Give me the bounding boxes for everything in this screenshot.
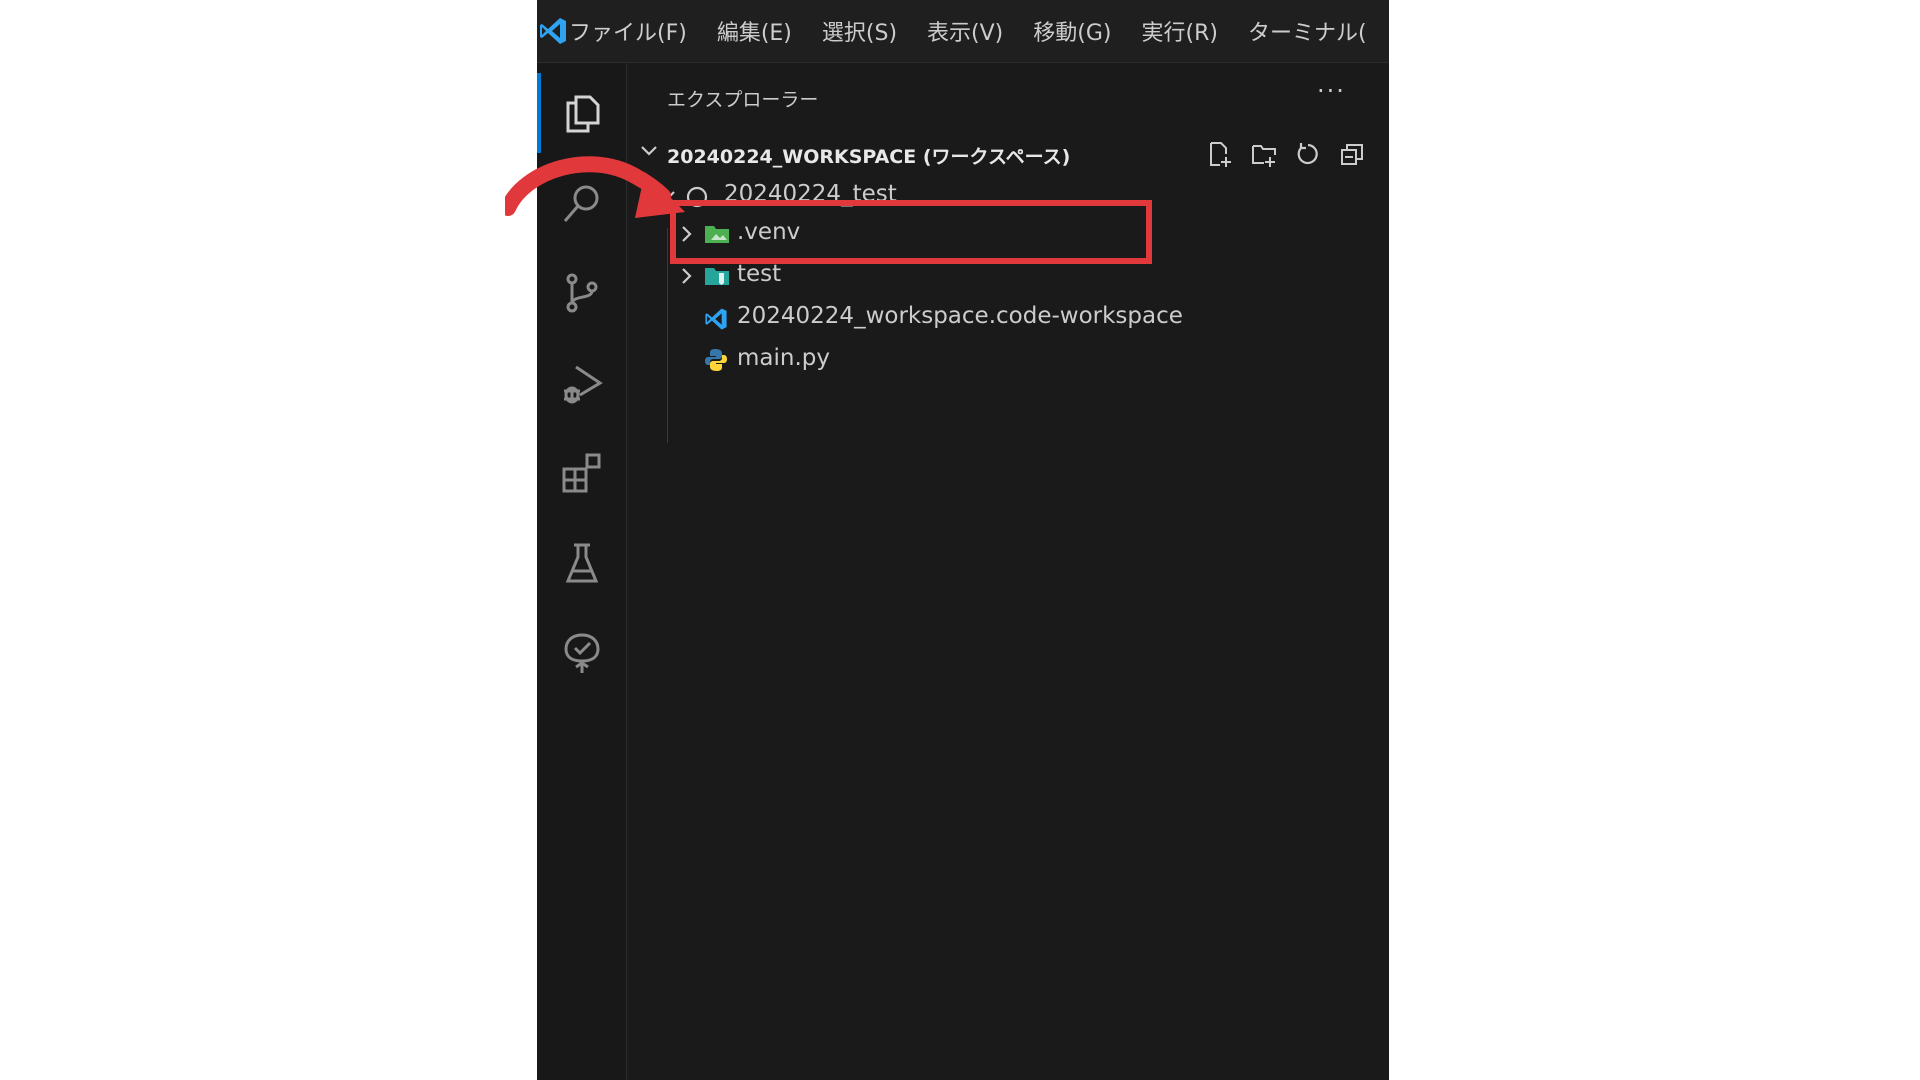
menu-edit[interactable]: 編集(E) — [717, 15, 792, 47]
source-control-icon[interactable] — [537, 253, 626, 333]
workspace-header[interactable]: 20240224_WORKSPACE (ワークスペース) — [627, 133, 1389, 173]
new-folder-icon[interactable] — [1249, 139, 1279, 169]
refresh-icon[interactable] — [1293, 139, 1323, 169]
tree-item-main-py[interactable]: main.py — [627, 339, 1389, 381]
python-file-icon — [703, 347, 729, 377]
more-actions-button[interactable]: ··· — [1317, 77, 1346, 105]
new-file-icon[interactable] — [1205, 139, 1235, 169]
main-py-label: main.py — [737, 345, 830, 371]
collapse-all-icon[interactable] — [1337, 139, 1367, 169]
workspace-file-label: 20240224_workspace.code-workspace — [737, 303, 1183, 329]
test-label: test — [737, 261, 782, 287]
venv-highlight-box — [670, 200, 1152, 264]
explorer-title: エクスプローラー — [667, 89, 819, 111]
workspace-actions — [1205, 139, 1367, 169]
menu-terminal[interactable]: ターミナル( — [1248, 15, 1367, 47]
workspace-label: 20240224_WORKSPACE (ワークスペース) — [667, 146, 1071, 168]
tree-item-workspace-file[interactable]: 20240224_workspace.code-workspace — [627, 297, 1389, 339]
vscode-logo-icon — [537, 0, 569, 62]
menu-selection[interactable]: 選択(S) — [822, 15, 897, 47]
menu-file[interactable]: ファイル(F) — [569, 15, 687, 47]
pointer-arrow-icon — [505, 156, 685, 218]
menu-bar: ファイル(F) 編集(E) 選択(S) 表示(V) 移動(G) 実行(R) ター… — [537, 0, 1389, 63]
files-icon[interactable] — [537, 73, 626, 153]
menu-run[interactable]: 実行(R) — [1141, 15, 1217, 47]
testing-icon[interactable] — [537, 523, 626, 603]
test-folder-icon — [703, 264, 731, 292]
run-debug-icon[interactable] — [537, 343, 626, 423]
tree-check-icon[interactable] — [537, 613, 626, 693]
chevron-right-icon — [677, 266, 697, 290]
extensions-icon[interactable] — [537, 433, 626, 513]
vscode-file-icon — [703, 306, 729, 336]
menu-view[interactable]: 表示(V) — [927, 15, 1003, 47]
menu-go[interactable]: 移動(G) — [1033, 15, 1111, 47]
